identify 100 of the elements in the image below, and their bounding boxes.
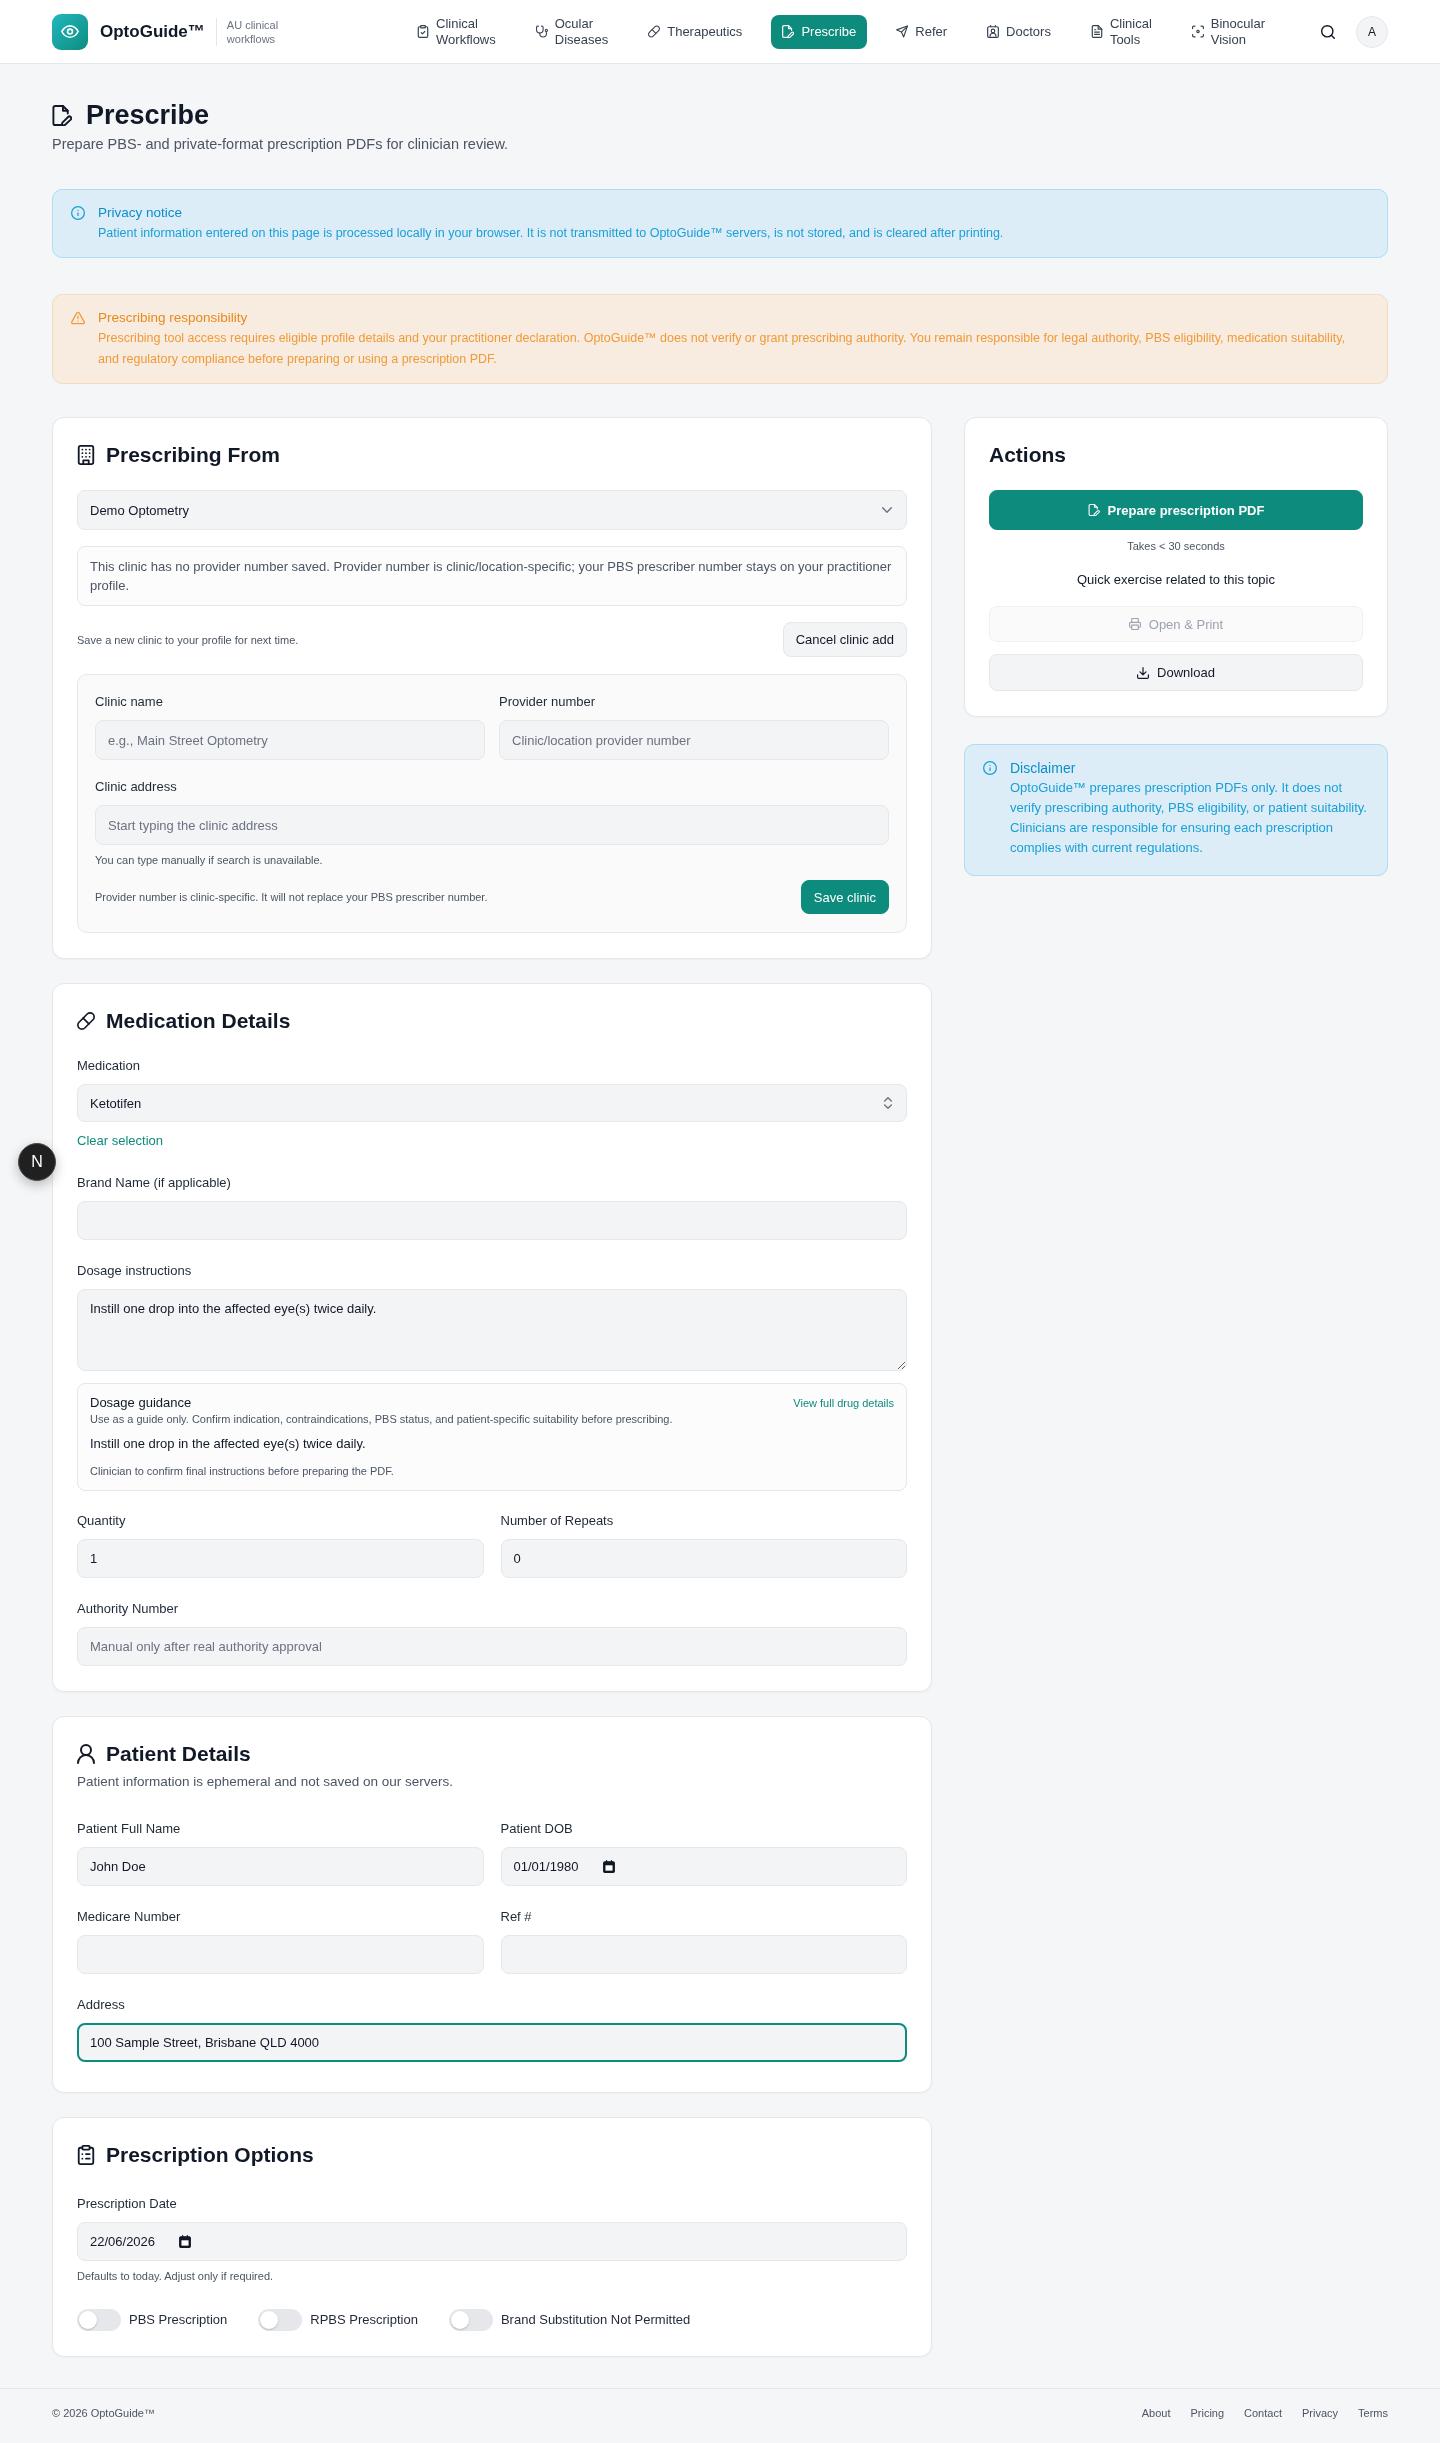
clinic-select[interactable]: Demo Optometry <box>77 490 907 530</box>
toggle-label: Brand Substitution Not Permitted <box>500 2311 691 2329</box>
time-estimate: Takes < 30 seconds <box>1127 539 1225 554</box>
nav-tab[interactable]: Refer <box>885 14 959 49</box>
save-clinic-hint: Save a new clinic to your profile for next time. <box>77 632 299 648</box>
document-pen-icon <box>1087 504 1100 516</box>
stethoscope-icon <box>535 25 548 38</box>
field-label: Ref # <box>500 1908 532 1926</box>
nav-tab[interactable]: Prescribe <box>771 14 868 49</box>
pill-icon <box>648 25 661 38</box>
brand-name: OptoGuide™ <box>100 21 205 42</box>
field-label: Medication <box>77 1057 140 1075</box>
footer-link[interactable]: Terms <box>1358 2407 1388 2419</box>
section-title: Actions <box>989 442 1066 468</box>
notice-title: Prescribing responsibility <box>98 309 248 327</box>
footer-link[interactable]: Privacy <box>1302 2407 1339 2419</box>
toggle-switch[interactable] <box>448 2309 493 2331</box>
field-label: Prescription Date <box>77 2195 177 2213</box>
cancel-clinic-add-button[interactable]: Cancel clinic add <box>782 622 907 657</box>
document-icon <box>1090 25 1103 38</box>
field-label: Patient DOB <box>500 1820 573 1838</box>
clipboard-list-icon <box>77 2145 95 2165</box>
medication-select[interactable]: Ketotifen <box>77 1084 907 1122</box>
field-label: Brand Name (if applicable) <box>77 1174 231 1192</box>
calendar-icon <box>179 2235 192 2248</box>
field-label: Quantity <box>77 1512 126 1530</box>
toggle-label: PBS Prescription <box>129 2311 228 2329</box>
nav-tab[interactable]: Clinical Tools <box>1079 14 1163 49</box>
clinic-info-message: This clinic has no provider number saved. Provider number is clinic/location-specific; your PBS prescriber number stays on your practitioner profile. <box>77 546 907 606</box>
field-label: Authority Number <box>77 1600 179 1618</box>
input-field[interactable] <box>77 1935 484 1974</box>
download-button[interactable]: Download <box>989 654 1363 691</box>
drug-details-link[interactable]: View full drug details <box>793 1395 894 1411</box>
paper-plane-icon <box>896 25 909 38</box>
section-title: Medication Details <box>106 1008 291 1034</box>
field-label: Medicare Number <box>77 1908 181 1926</box>
nav-tab[interactable]: Doctors <box>976 14 1062 49</box>
section-title: Prescribing From <box>106 442 280 468</box>
field-label: Clinic name <box>95 693 163 711</box>
nav-tab[interactable]: Binocular Vision <box>1180 14 1276 49</box>
section-title: Prescription Options <box>106 2142 314 2168</box>
nav-tab[interactable]: Therapeutics <box>637 14 754 49</box>
notice-text: Patient information entered on this page is processed locally in your browser. It is not transmitted to OptoGuide™ servers, is not stored, and is cleared after printing. <box>98 225 1004 242</box>
building-icon <box>77 445 95 465</box>
input-field[interactable]: 1 <box>77 1539 484 1578</box>
info-icon <box>71 206 85 220</box>
page-title: Prescribe <box>86 99 210 131</box>
input-field[interactable]: e.g., Main Street Optometry <box>95 720 485 760</box>
nav-tab[interactable]: Clinical Workflows <box>406 14 507 49</box>
footer-link[interactable]: Contact <box>1244 2407 1282 2419</box>
eye-logo-icon <box>52 13 88 50</box>
info-icon <box>983 761 997 775</box>
prepare-pdf-button[interactable]: Prepare prescription PDF <box>989 490 1363 530</box>
toggle-switch[interactable] <box>258 2309 303 2331</box>
date-field[interactable]: 01/01/1980 <box>500 1847 907 1886</box>
field-hint: You can type manually if search is unavailable. <box>95 853 323 868</box>
exercise-text: Quick exercise related to this topic <box>1077 571 1275 589</box>
input-field[interactable]: 100 Sample Street, Brisbane QLD 4000 <box>77 2023 907 2062</box>
input-field[interactable]: Start typing the clinic address <box>95 805 889 845</box>
brand-tagline: AU clinical workflows <box>226 17 280 46</box>
date-field[interactable]: 22/06/2026 <box>77 2222 907 2261</box>
focus-frame-icon <box>1191 25 1204 38</box>
document-pen-icon <box>52 104 72 126</box>
notice-text: OptoGuide™ prepares prescription PDFs only. It does not verify prescribing authority, PBS eligibility, or patient suitability. Clinicians are responsible for ensuring each prescription complies with current regulations. <box>1010 779 1368 857</box>
input-field[interactable]: 0 <box>500 1539 907 1578</box>
footer-link[interactable]: About <box>1141 2407 1171 2419</box>
footer-link[interactable]: Pricing <box>1190 2407 1225 2419</box>
field-label: Address <box>77 1996 125 2014</box>
notice-title: Privacy notice <box>98 204 183 222</box>
warning-icon <box>71 311 85 325</box>
user-icon <box>77 1744 95 1764</box>
avatar-button[interactable]: A <box>1356 15 1388 48</box>
search-icon <box>1321 24 1335 39</box>
field-label: Patient Full Name <box>77 1820 181 1838</box>
clear-selection-link[interactable]: Clear selection <box>77 1132 163 1150</box>
input-field[interactable]: Clinic/location provider number <box>499 720 889 760</box>
dev-tools-button[interactable]: N <box>18 1143 56 1181</box>
save-clinic-button[interactable]: Save clinic <box>800 880 889 914</box>
input-field[interactable] <box>77 1201 907 1240</box>
input-field[interactable] <box>500 1935 907 1974</box>
guidance-title: Dosage guidance <box>90 1394 192 1412</box>
input-field[interactable]: John Doe <box>77 1847 484 1886</box>
clipboard-check-icon <box>417 25 430 38</box>
toggle-label: RPBS Prescription <box>310 2311 418 2329</box>
guidance-text: Instill one drop in the affected eye(s) twice daily. <box>90 1435 366 1453</box>
contact-card-icon <box>987 25 1000 38</box>
section-subtitle: Patient information is ephemeral and not saved on our servers. <box>77 1773 453 1791</box>
download-icon <box>1137 666 1150 679</box>
field-label: Clinic address <box>95 778 177 796</box>
calendar-icon <box>602 1860 615 1873</box>
dosage-instructions-field[interactable]: Instill one drop into the affected eye(s) twice daily. <box>77 1289 907 1371</box>
input-field[interactable]: Manual only after real authority approval <box>77 1627 907 1666</box>
field-hint: Defaults to today. Adjust only if required. <box>77 2269 274 2284</box>
field-label: Dosage instructions <box>77 1262 192 1280</box>
field-label: Provider number <box>499 693 596 711</box>
nav-tab[interactable]: Ocular Diseases <box>524 14 620 49</box>
notice-text: Prescribing tool access requires eligible profile details and your practitioner declaration. OptoGuide™ does not verify or grant prescribing authority. You remain responsible for legal authority, PBS eligibility, medication suitability, and regulatory compliance before preparing or using a prescription PDF. <box>98 330 1346 368</box>
pill-icon <box>77 1011 95 1031</box>
chevron-down-icon <box>882 507 892 513</box>
toggle-switch[interactable] <box>77 2309 121 2331</box>
